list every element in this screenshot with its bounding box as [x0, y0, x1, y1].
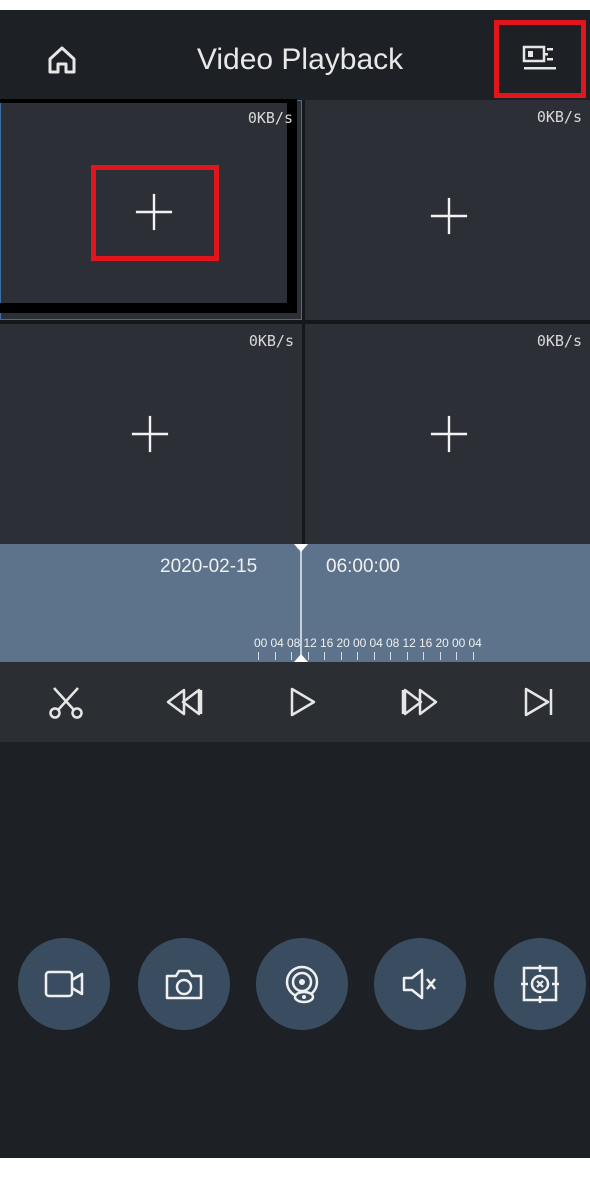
- cursor-top-marker: [294, 544, 308, 552]
- timeline-bar[interactable]: 2020-02-15 06:00:00 00 04 08 12 16 20 00 04 08 12…: [0, 544, 590, 662]
- mute-icon: [402, 968, 436, 1000]
- speed-label: 0KB/s: [248, 332, 294, 350]
- clip-button[interactable]: [44, 680, 88, 724]
- home-icon: [48, 46, 76, 74]
- rewind-button[interactable]: [162, 680, 206, 724]
- video-cell-4[interactable]: 0KB/s: [305, 324, 590, 546]
- add-icon[interactable]: [130, 414, 170, 454]
- timeline-tick-label: 16: [419, 636, 436, 660]
- mute-button[interactable]: [374, 938, 466, 1030]
- skip-next-icon: [524, 687, 553, 717]
- speed-label: 0KB/s: [247, 109, 293, 127]
- add-icon: [135, 193, 173, 231]
- timeline-tick-label: 04: [370, 636, 387, 660]
- playback-settings-button[interactable]: [494, 20, 586, 98]
- timeline-tick-label: 20: [436, 636, 453, 660]
- add-icon[interactable]: [429, 414, 469, 454]
- rewind-icon: [166, 688, 203, 716]
- record-icon: [44, 970, 84, 998]
- fisheye-icon: [285, 965, 319, 1004]
- cursor-bottom-marker: [294, 654, 308, 662]
- speed-label: 0KB/s: [536, 332, 582, 350]
- timeline-tick-label: 04: [469, 636, 486, 660]
- tool-panel: [0, 742, 590, 1158]
- app-screen: Video Playback 0KB/s 0KB/s 0KB/s 0KB/s 2…: [0, 10, 590, 1158]
- video-grid: 0KB/s 0KB/s 0KB/s 0KB/s: [0, 99, 590, 550]
- video-cell-1[interactable]: 0KB/s: [0, 99, 302, 320]
- video-cell-3[interactable]: 0KB/s: [0, 324, 302, 546]
- timeline-tick-label: 08: [287, 636, 304, 660]
- play-icon: [290, 687, 316, 717]
- fast-forward-icon: [401, 688, 438, 716]
- video-cell-2[interactable]: 0KB/s: [305, 100, 590, 320]
- header-bar: Video Playback: [0, 10, 590, 100]
- zoom-button[interactable]: [494, 938, 586, 1030]
- playback-controls: [0, 662, 590, 742]
- timeline-ticks: 00 04 08 12 16 20 00 04 08 12 16 20 00 04: [254, 634, 486, 660]
- timeline-tick-label: 08: [386, 636, 403, 660]
- fisheye-button[interactable]: [256, 938, 348, 1030]
- record-button[interactable]: [18, 938, 110, 1030]
- timeline-tick-label: 00: [452, 636, 469, 660]
- add-icon[interactable]: [429, 196, 469, 236]
- fast-forward-button[interactable]: [398, 680, 442, 724]
- home-button[interactable]: [40, 38, 84, 82]
- next-segment-button[interactable]: [518, 680, 562, 724]
- timeline-tick-label: 04: [271, 636, 288, 660]
- scissors-icon: [49, 687, 83, 719]
- timeline-tick-label: 12: [304, 636, 321, 660]
- timeline-tick-label: 16: [320, 636, 337, 660]
- playback-settings-icon: [522, 45, 556, 70]
- page-title: Video Playback: [196, 43, 404, 76]
- play-button[interactable]: [282, 680, 326, 724]
- timeline-tick-label: 20: [337, 636, 354, 660]
- timeline-date: 2020-02-15: [160, 556, 258, 577]
- speed-label: 0KB/s: [536, 108, 582, 126]
- zoom-icon: [521, 965, 559, 1003]
- camera-icon: [165, 969, 203, 1000]
- add-channel-button[interactable]: [91, 165, 219, 261]
- snapshot-button[interactable]: [138, 938, 230, 1030]
- timeline-tick-label: 00: [254, 636, 271, 660]
- timeline-time: 06:00:00: [326, 556, 400, 577]
- timeline-tick-label: 00: [353, 636, 370, 660]
- timeline-tick-label: 12: [403, 636, 420, 660]
